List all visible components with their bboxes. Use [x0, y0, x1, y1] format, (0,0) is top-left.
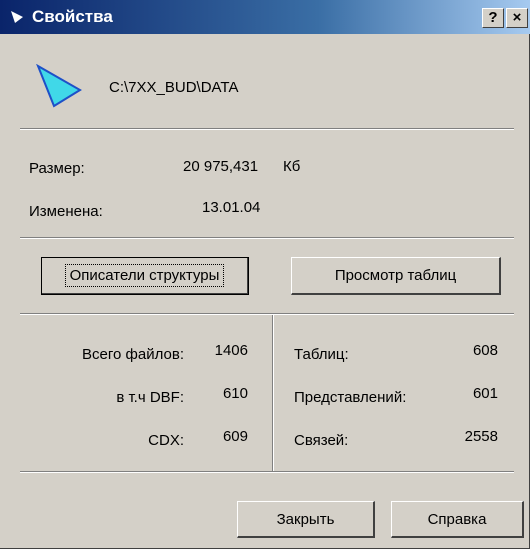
stats-divider [272, 315, 274, 472]
separator [20, 128, 514, 130]
help-button-label: Справка [427, 510, 487, 528]
tables-label: Таблиц: [294, 346, 349, 363]
help-title-button[interactable]: ? [482, 8, 504, 28]
relations-label: Связей: [294, 432, 349, 449]
tables-value: 608 [472, 342, 498, 359]
window-title: Свойства [32, 7, 113, 26]
dialog-icon [11, 11, 23, 23]
dbf-files-value: 610 [222, 385, 248, 402]
modified-value: 13.01.04 [202, 199, 261, 216]
total-files-label: Всего файлов: [82, 346, 184, 363]
views-value: 601 [472, 385, 498, 402]
size-unit: Кб [283, 158, 301, 175]
help-button[interactable]: Справка [391, 501, 524, 538]
view-tables-button[interactable]: Просмотр таблиц [291, 257, 501, 295]
dbf-files-label: в т.ч DBF: [116, 389, 184, 406]
title-bar[interactable]: Свойства ? × [0, 0, 530, 34]
separator [20, 237, 514, 239]
close-button[interactable]: Закрыть [237, 501, 375, 538]
properties-dialog: Свойства ? × C:\7XX_BUD\DATA Размер: 20 … [0, 0, 530, 549]
separator [20, 471, 514, 473]
describers-button[interactable]: Описатели структуры [41, 257, 249, 295]
cdx-files-value: 609 [222, 428, 248, 445]
views-label: Представлений: [294, 389, 407, 406]
modified-label: Изменена: [29, 203, 103, 220]
folder-arrow-icon [36, 64, 82, 108]
size-value: 20 975,431 [183, 158, 259, 175]
close-button-label: Закрыть [276, 510, 335, 528]
separator [20, 313, 514, 315]
size-label: Размер: [29, 160, 85, 177]
total-files-value: 1406 [214, 342, 248, 359]
view-tables-button-label: Просмотр таблиц [334, 267, 457, 284]
close-title-button[interactable]: × [506, 8, 528, 28]
relations-value: 2558 [464, 428, 498, 445]
cdx-files-label: CDX: [148, 432, 184, 449]
path-text: C:\7XX_BUD\DATA [109, 79, 239, 96]
describers-button-label: Описатели структуры [64, 264, 225, 287]
